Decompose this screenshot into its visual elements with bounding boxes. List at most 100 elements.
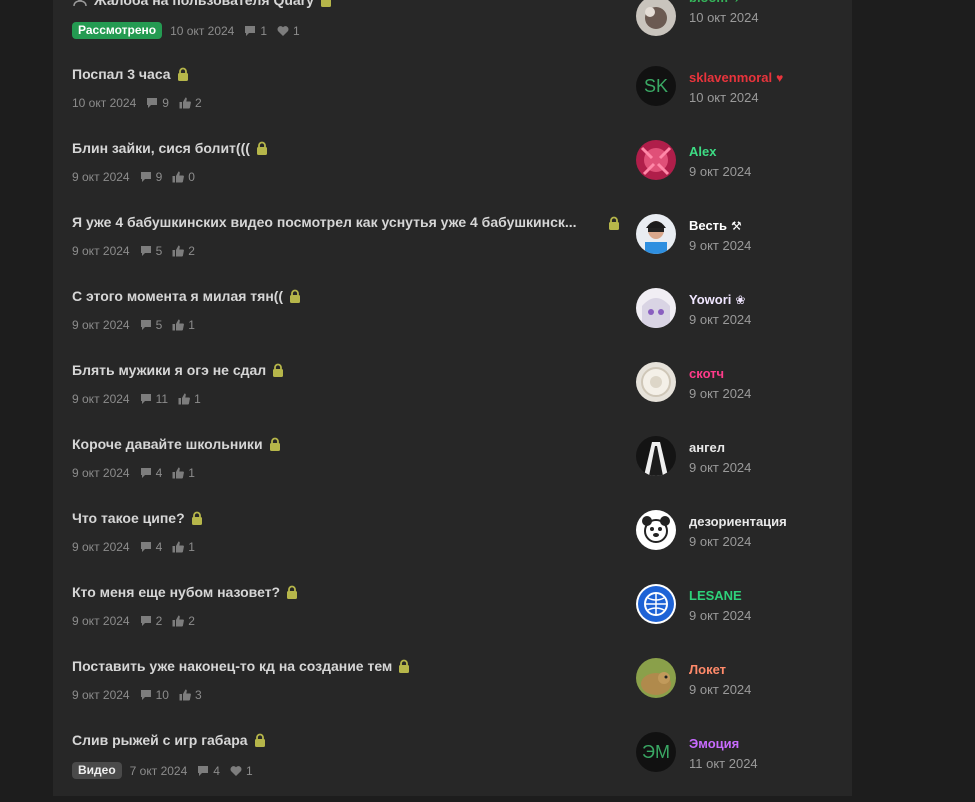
- username-link[interactable]: Alex: [689, 144, 716, 159]
- username[interactable]: Эмоция: [689, 736, 739, 751]
- last-poster[interactable]: ангел 9 окт 2024: [636, 436, 836, 480]
- thread-title-text[interactable]: С этого момента я милая тян((: [72, 288, 283, 304]
- thread-title[interactable]: Поставить уже наконец-то кд на создание …: [72, 658, 410, 674]
- thread-item[interactable]: Поставить уже наконец-то кд на создание …: [72, 654, 632, 728]
- avatar[interactable]: [636, 0, 676, 36]
- status-badge: Видео: [72, 762, 122, 779]
- thread-item[interactable]: Блин зайки, сися болит((( 9 окт 2024 9 0: [72, 136, 632, 210]
- username-link[interactable]: bloom ✈: [689, 0, 742, 5]
- thread-title[interactable]: Короче давайте школьники: [72, 436, 281, 452]
- thread-title-text[interactable]: Я уже 4 бабушкинских видео посмотрел как…: [72, 214, 577, 230]
- thread-title-text[interactable]: Блин зайки, сися болит(((: [72, 140, 250, 156]
- thread-title[interactable]: Поспал 3 часа: [72, 66, 189, 82]
- last-poster[interactable]: ЭМ Эмоция 11 окт 2024: [636, 732, 836, 776]
- username-link[interactable]: Эмоция: [689, 736, 739, 751]
- thread-item[interactable]: Блять мужики я огэ не сдал 9 окт 2024 11 1: [72, 358, 632, 432]
- username-link[interactable]: sklavenmoral ♥: [689, 70, 783, 85]
- post-date: 9 окт 2024: [689, 534, 752, 549]
- thread-title-text[interactable]: Кто меня еще нубом назовет?: [72, 584, 280, 600]
- thread-item[interactable]: Что такое ципе? 9 окт 2024 4 1: [72, 506, 632, 580]
- last-poster[interactable]: дезориентация 9 окт 2024: [636, 510, 836, 554]
- thread-item[interactable]: Жалоба на пользователя Quary Рассмотрено 1…: [72, 0, 632, 62]
- username-link[interactable]: скотч: [689, 366, 724, 381]
- thread-title-text[interactable]: Блять мужики я огэ не сдал: [72, 362, 266, 378]
- username-link[interactable]: Весть ⚒: [689, 218, 742, 233]
- last-poster[interactable]: Локет 9 окт 2024: [636, 658, 836, 702]
- comment-count: 2: [155, 614, 163, 628]
- like-count: 2: [188, 614, 195, 628]
- avatar[interactable]: [636, 584, 676, 624]
- comment-icon: [140, 320, 151, 330]
- avatar[interactable]: SK: [636, 66, 676, 106]
- username-link[interactable]: дезориентация: [689, 514, 787, 529]
- avatar[interactable]: [636, 658, 676, 698]
- username[interactable]: LESANE: [689, 588, 742, 603]
- username-link[interactable]: Локет: [689, 662, 726, 677]
- username[interactable]: скотч: [689, 366, 724, 381]
- like-count: 2: [194, 96, 202, 110]
- last-poster[interactable]: скотч 9 окт 2024: [636, 362, 836, 406]
- username-link[interactable]: LESANE: [689, 588, 742, 603]
- username[interactable]: bloom: [689, 0, 728, 5]
- thread-title-text[interactable]: Поспал 3 часа: [72, 66, 171, 82]
- thread-title-text[interactable]: Короче давайте школьники: [72, 436, 263, 452]
- avatar[interactable]: [636, 140, 676, 180]
- thread-item[interactable]: Поспал 3 часа 10 окт 2024 9 2: [72, 62, 632, 136]
- lock-icon: [254, 733, 265, 747]
- username[interactable]: Весть: [689, 218, 727, 233]
- avatar[interactable]: [636, 510, 676, 550]
- username[interactable]: sklavenmoral: [689, 70, 772, 85]
- thread-title-text[interactable]: Поставить уже наконец-то кд на создание …: [72, 658, 392, 674]
- thread-title[interactable]: Блять мужики я огэ не сдал: [72, 362, 284, 378]
- thread-title[interactable]: Что такое ципе?: [72, 510, 203, 526]
- thread-title-text[interactable]: Что такое ципе?: [72, 510, 185, 526]
- username[interactable]: Локет: [689, 662, 726, 677]
- thread-title[interactable]: Слив рыжей с игр габара: [72, 732, 266, 748]
- thread-meta: 9 окт 2024 9 0: [72, 170, 205, 184]
- thread-date: 9 окт 2024: [72, 540, 130, 554]
- thread-date: 9 окт 2024: [72, 244, 130, 258]
- thread-meta: Видео 7 окт 2024 4 1: [72, 762, 263, 779]
- avatar[interactable]: [636, 362, 676, 402]
- avatar[interactable]: [636, 436, 676, 476]
- user-badge-icon: ⚒: [731, 218, 742, 233]
- last-poster[interactable]: Весть ⚒ 9 окт 2024: [636, 214, 836, 258]
- avatar[interactable]: [636, 288, 676, 328]
- thread-item[interactable]: Я уже 4 бабушкинских видео посмотрел как…: [72, 210, 632, 284]
- thread-item[interactable]: Слив рыжей с игр габара Видео 7 окт 2024 4 1: [72, 728, 632, 802]
- thread-item[interactable]: Короче давайте школьники 9 окт 2024 4 1: [72, 432, 632, 506]
- thread-title[interactable]: Жалоба на пользователя Quary: [72, 0, 332, 8]
- thread-title[interactable]: Кто меня еще нубом назовет?: [72, 584, 298, 600]
- thread-meta: 9 окт 2024 5 1: [72, 318, 205, 332]
- user-badge-icon: ❀: [735, 292, 746, 307]
- lock-icon: [256, 141, 267, 155]
- thread-title[interactable]: Я уже 4 бабушкинских видео посмотрел как…: [72, 214, 577, 230]
- username-link[interactable]: Yowori ❀: [689, 292, 745, 307]
- last-poster[interactable]: SK sklavenmoral ♥ 10 окт 2024: [636, 66, 836, 110]
- thread-date: 9 окт 2024: [72, 688, 130, 702]
- last-poster[interactable]: LESANE 9 окт 2024: [636, 584, 836, 628]
- thumbs-up-icon: [172, 467, 185, 479]
- avatar[interactable]: [636, 214, 676, 254]
- thumbs-up-icon: [179, 689, 191, 701]
- post-date: 10 окт 2024: [689, 90, 759, 105]
- thread-title-text[interactable]: Жалоба на пользователя Quary: [94, 0, 314, 8]
- thread-title[interactable]: Блин зайки, сися болит(((: [72, 140, 268, 156]
- thread-meta: 9 окт 2024 4 1: [72, 466, 205, 480]
- thread-meta: 9 окт 2024 11 1: [72, 392, 211, 406]
- lock-icon: [177, 67, 188, 81]
- username-link[interactable]: ангел: [689, 440, 725, 455]
- username[interactable]: Yowori: [689, 292, 731, 307]
- username[interactable]: Alex: [689, 144, 716, 159]
- thumbs-up-icon: [172, 319, 185, 331]
- thread-item[interactable]: Кто меня еще нубом назовет? 9 окт 2024 2 2: [72, 580, 632, 654]
- last-poster[interactable]: Yowori ❀ 9 окт 2024: [636, 288, 836, 332]
- thread-title[interactable]: С этого момента я милая тян((: [72, 288, 301, 304]
- avatar[interactable]: ЭМ: [636, 732, 676, 772]
- username[interactable]: ангел: [689, 440, 725, 455]
- last-poster[interactable]: bloom ✈ 10 окт 2024: [636, 0, 836, 40]
- thread-title-text[interactable]: Слив рыжей с игр габара: [72, 732, 248, 748]
- username[interactable]: дезориентация: [689, 514, 787, 529]
- last-poster[interactable]: Alex 9 окт 2024: [636, 140, 836, 184]
- thread-item[interactable]: С этого момента я милая тян(( 9 окт 2024 5…: [72, 284, 632, 358]
